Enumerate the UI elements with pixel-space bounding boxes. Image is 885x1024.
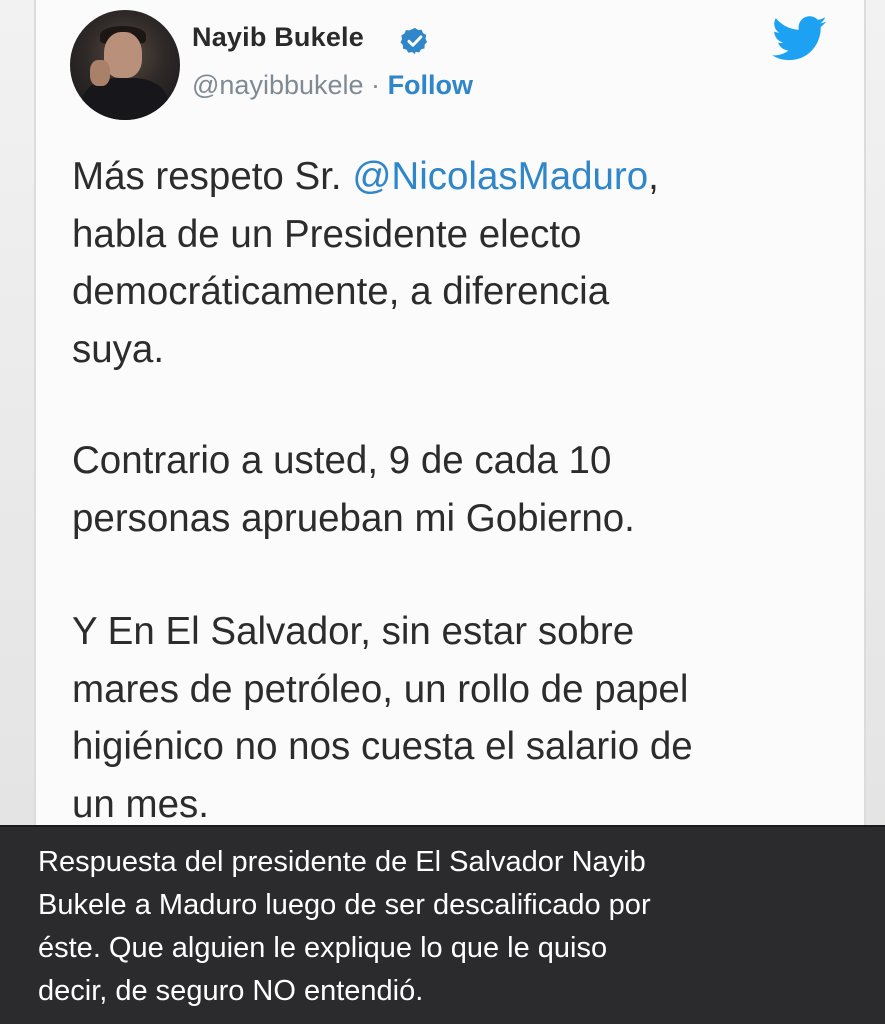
tweet-body: Más respeto Sr. @NicolasMaduro, habla de… <box>72 148 842 825</box>
tweet-line: mares de petróleo, un rollo de papel <box>72 667 689 711</box>
mention-link[interactable]: @NicolasMaduro <box>352 155 648 198</box>
caption-overlay: Respuesta del presidente de El Salvador … <box>0 825 885 1024</box>
author-handle[interactable]: @nayibbukele <box>192 70 364 100</box>
caption-line: Respuesta del presidente de El Salvador … <box>38 846 646 878</box>
tweet-text-fragment: , <box>648 155 659 198</box>
handle-row: @nayibbukele · Follow <box>192 70 473 101</box>
avatar-hand <box>90 60 110 86</box>
caption-line: éste. Que alguien le explique lo que le … <box>38 932 608 964</box>
verified-badge-icon <box>400 27 427 55</box>
post-image: Nayib Bukele @nayibbukele · Follow Más r… <box>0 0 885 1024</box>
tweet-line: Contrario a usted, 9 de cada 10 <box>72 439 612 482</box>
tweet-line: un mes. <box>72 782 209 826</box>
caption-line: decir, de seguro NO entendió. <box>38 975 424 1007</box>
tweet-line: democráticamente, a diferencia <box>72 270 610 313</box>
avatar[interactable] <box>70 10 180 120</box>
author-name[interactable]: Nayib Bukele <box>192 22 364 53</box>
twitter-bird-icon[interactable] <box>772 16 828 62</box>
tweet-line: personas aprueban mi Gobierno. <box>72 496 635 540</box>
separator-dot: · <box>371 70 381 100</box>
caption-line: Bukele a Maduro luego de ser descalifica… <box>38 889 651 921</box>
tweet-text-fragment: Más respeto Sr. <box>72 155 353 198</box>
tweet-line: higiénico no nos cuesta el salario de <box>72 725 693 768</box>
tweet-line: habla de un Presidente electo <box>72 212 582 256</box>
follow-link[interactable]: Follow <box>388 70 473 100</box>
tweet-screenshot: Nayib Bukele @nayibbukele · Follow Más r… <box>0 0 885 825</box>
tweet-line: Más respeto Sr. @NicolasMaduro, <box>72 148 842 206</box>
tweet-line: suya. <box>72 327 165 371</box>
tweet-line: Y En El Salvador, sin estar sobre <box>72 610 635 653</box>
caption-text: Respuesta del presidente de El Salvador … <box>38 841 868 1013</box>
